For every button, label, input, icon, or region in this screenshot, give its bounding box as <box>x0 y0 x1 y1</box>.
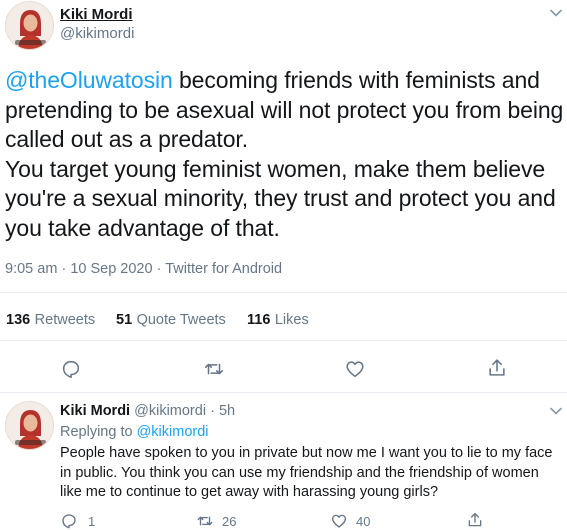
retweets-label: Retweets <box>34 312 96 328</box>
mention-link[interactable]: @theOluwatosin <box>5 67 173 93</box>
quote-tweets-stat[interactable]: 51 Quote Tweets <box>116 311 226 329</box>
separator-dot: · <box>210 403 215 419</box>
divider <box>0 392 567 393</box>
like-action[interactable]: 40 <box>330 512 370 530</box>
retweets-count: 136 <box>6 312 31 328</box>
quotes-count: 51 <box>116 312 133 328</box>
retweet-icon[interactable] <box>196 512 214 530</box>
divider <box>0 292 567 293</box>
tweet-time[interactable]: 9:05 am <box>5 261 57 277</box>
retweet-icon[interactable] <box>203 358 225 380</box>
like-count: 40 <box>356 513 371 529</box>
share-icon[interactable] <box>466 511 484 529</box>
reply-author-name[interactable]: Kiki Mordi <box>60 403 130 419</box>
reply-action[interactable]: 1 <box>60 512 95 530</box>
tweet-meta: 9:05 am · 10 Sep 2020 · Twitter for Andr… <box>5 261 282 277</box>
retweets-stat[interactable]: 136 Retweets <box>6 311 95 329</box>
reply-author-avatar[interactable] <box>5 401 54 450</box>
replying-to-prefix: Replying to <box>60 424 133 440</box>
tweet-paragraph-2: You target young feminist women, make th… <box>5 155 556 241</box>
reply-icon[interactable] <box>60 358 82 380</box>
retweet-count: 26 <box>222 513 237 529</box>
reply-author-handle[interactable]: @kikimordi <box>134 403 206 419</box>
chevron-down-icon[interactable] <box>549 6 563 25</box>
chevron-down-icon[interactable] <box>549 404 563 423</box>
share-icon[interactable] <box>486 357 508 379</box>
likes-count: 116 <box>247 312 271 328</box>
likes-stat[interactable]: 116 Likes <box>247 311 309 329</box>
like-icon[interactable] <box>344 358 366 380</box>
reply-age[interactable]: 5h <box>219 403 235 419</box>
author-handle[interactable]: @kikimordi <box>60 25 134 42</box>
separator-dot: · <box>61 261 67 277</box>
reply-icon[interactable] <box>60 512 78 530</box>
retweet-action[interactable]: 26 <box>196 512 236 530</box>
tweet-paragraph-1: @theOluwatosin becoming friends with fem… <box>5 66 565 155</box>
divider <box>0 340 567 341</box>
author-name[interactable]: Kiki Mordi <box>60 6 133 23</box>
separator-dot: · <box>156 261 162 277</box>
tweet-text: @theOluwatosin becoming friends with fem… <box>5 66 565 243</box>
reply-header: Kiki Mordi @kikimordi · 5h <box>60 403 235 419</box>
reply-count: 1 <box>88 513 96 529</box>
tweet-source[interactable]: Twitter for Android <box>165 261 282 277</box>
quotes-label: Quote Tweets <box>136 312 226 328</box>
replying-to-link[interactable]: @kikimordi <box>137 424 209 440</box>
replying-to: Replying to @kikimordi <box>60 424 209 440</box>
reply-text: People have spoken to you in private but… <box>60 445 553 500</box>
author-avatar[interactable] <box>5 1 54 50</box>
likes-label: Likes <box>274 312 309 328</box>
like-icon[interactable] <box>330 512 348 530</box>
tweet-date[interactable]: 10 Sep 2020 <box>70 261 152 277</box>
